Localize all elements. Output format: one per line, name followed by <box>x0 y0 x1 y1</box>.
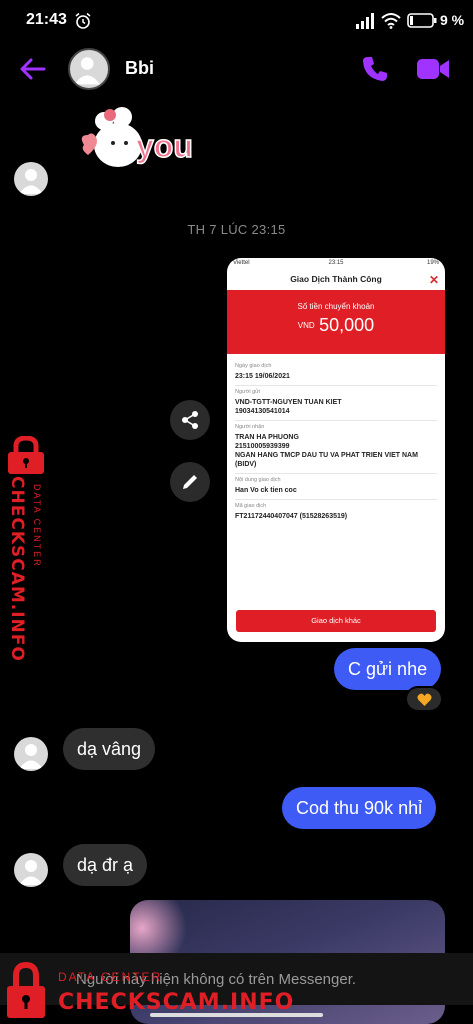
amount-label: Số tiền chuyển khoản <box>297 302 375 311</box>
signal-icon <box>356 13 374 29</box>
field-value: VND-TGTT-NGUYEN TUAN KIET <box>235 399 342 406</box>
default-avatar-icon <box>19 744 43 769</box>
avatar[interactable] <box>14 162 48 196</box>
field-label: Người nhận <box>235 424 265 430</box>
amount: 50,000 <box>319 315 375 335</box>
avatar[interactable] <box>14 853 48 887</box>
incoming-message[interactable]: dạ vâng <box>63 728 156 770</box>
receipt-title: Giao Dịch Thành Công <box>290 274 382 284</box>
outgoing-message[interactable]: Cod thu 90k nhỉ <box>282 787 437 829</box>
receipt-field: Người nhận TRAN HA PHUONG 21510005939399… <box>235 421 437 474</box>
watermark-lock-icon <box>7 962 45 1018</box>
receipt-time: 23:15 <box>328 260 344 266</box>
love-you-sticker[interactable]: you <box>70 105 210 180</box>
video-camera-icon[interactable] <box>415 56 451 82</box>
contact-avatar[interactable] <box>68 48 110 90</box>
receipt-other-transaction-button: Giao dịch khác <box>236 610 436 632</box>
phone-icon[interactable] <box>360 54 390 84</box>
field-label: Ngày giao dịch <box>235 363 272 369</box>
chat-header: Bbi <box>0 42 473 98</box>
field-value: (BIDV) <box>235 461 257 468</box>
message-timestamp: TH 7 LÚC 23:15 <box>187 222 286 237</box>
field-value: FT21172440407047 (51528263519) <box>235 513 348 520</box>
currency: VND <box>297 321 315 330</box>
share-icon <box>182 411 198 429</box>
share-button[interactable] <box>170 400 210 440</box>
back-arrow-icon[interactable] <box>18 54 48 84</box>
receipt-field: Nội dung giao dịch Han Vo ck tien coc <box>235 474 437 500</box>
field-value: NGAN HANG TMCP DAU TU VA PHAT TRIEN VIET… <box>235 452 418 459</box>
field-value: 21510005939399 <box>235 443 290 450</box>
pencil-icon <box>183 475 197 489</box>
receipt-amount-banner: Số tiền chuyển khoản VND 50,000 <box>227 290 445 354</box>
wifi-icon <box>381 13 401 29</box>
field-value: 23:15 19/06/2021 <box>235 373 290 380</box>
field-value: TRAN HA PHUONG <box>235 434 299 441</box>
field-label: Người gửi <box>235 389 261 395</box>
receipt-field: Mã giao dịch FT21172440407047 (515282635… <box>235 500 437 525</box>
watermark-title: CHECKSCAM.INFO <box>7 476 27 662</box>
contact-name[interactable]: Bbi <box>125 58 154 79</box>
receipt-field: Ngày giao dịch 23:15 19/06/2021 <box>235 360 437 386</box>
receipt-title-bar: Giao Dịch Thành Công ✕ <box>227 270 445 290</box>
battery-percentage: 9 % <box>440 12 465 28</box>
receipt-field: Người gửi VND-TGTT-NGUYEN TUAN KIET 1903… <box>235 386 437 421</box>
watermark-title: CHECKSCAM.INFO <box>58 990 295 1015</box>
field-label: Nội dung giao dịch <box>235 477 281 483</box>
receipt-details: Ngày giao dịch 23:15 19/06/2021 Người gử… <box>235 354 437 525</box>
incoming-message[interactable]: dạ đr ạ <box>63 844 148 886</box>
default-avatar-icon <box>19 169 43 194</box>
avatar[interactable] <box>14 737 48 771</box>
battery-icon <box>407 13 437 28</box>
edit-button[interactable] <box>170 462 210 502</box>
status-bar: 21:43 9 % <box>0 0 473 42</box>
alarm-clock-icon <box>75 12 91 29</box>
watermark-lock-icon <box>8 436 44 474</box>
field-label: Mã giao dịch <box>235 503 267 509</box>
watermark-subtitle: DATA CENTER <box>32 484 42 568</box>
field-value: 19034130541014 <box>235 408 290 415</box>
orange-heart-icon <box>417 693 432 706</box>
receipt-status-bar: Viettel 23:15 19% <box>227 258 445 270</box>
message-reaction[interactable] <box>405 686 443 712</box>
status-time: 21:43 <box>26 11 67 28</box>
receipt-battery: 19% <box>426 260 439 266</box>
sticker-text: you <box>136 128 193 164</box>
outgoing-message[interactable]: C gửi nhe <box>334 648 442 690</box>
field-value: Han Vo ck tien coc <box>235 487 297 494</box>
default-avatar-icon <box>19 860 43 885</box>
close-icon: ✕ <box>428 273 439 287</box>
watermark-subtitle: DATA CENTER <box>58 970 163 984</box>
bank-receipt-image[interactable]: Viettel 23:15 19% Giao Dịch Thành Công ✕… <box>227 258 445 642</box>
default-avatar-icon <box>74 57 100 85</box>
